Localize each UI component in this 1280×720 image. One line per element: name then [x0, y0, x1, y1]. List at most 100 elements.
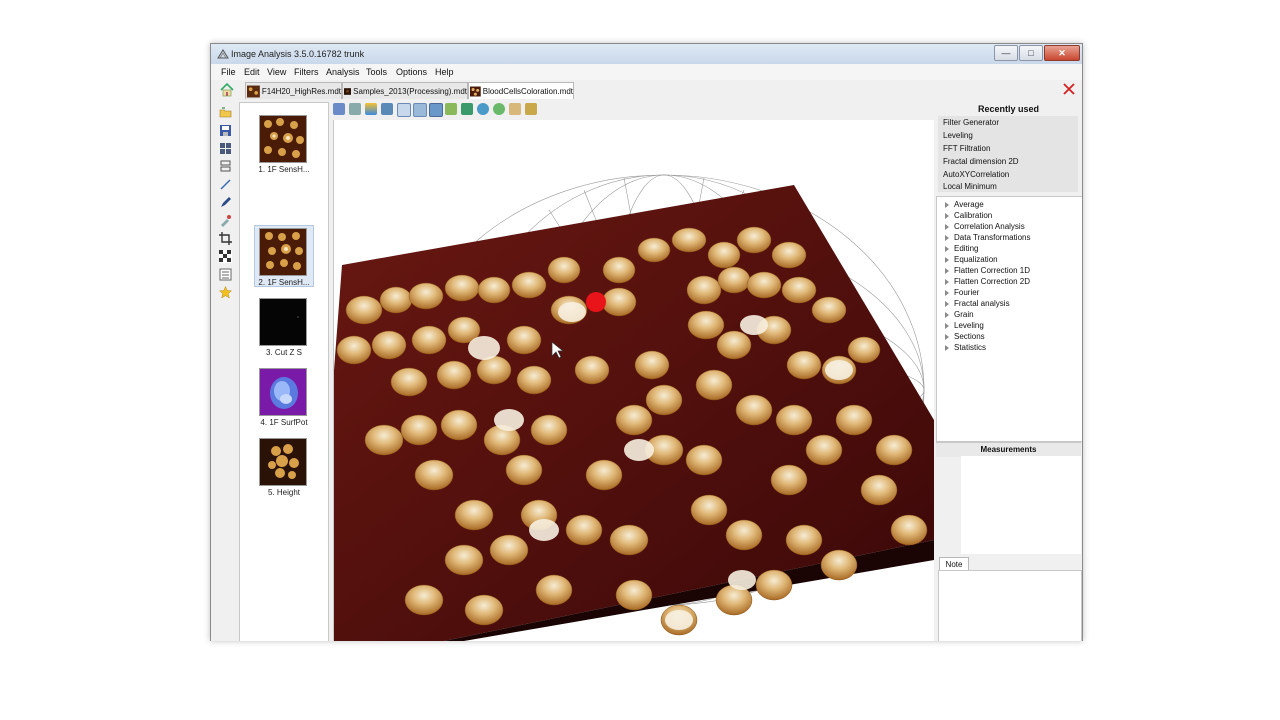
expand-arrow-icon	[945, 267, 949, 274]
tree-item-data-transformations[interactable]: Data Transformations	[945, 233, 1030, 242]
expand-arrow-icon	[945, 234, 949, 241]
3d-surface-canvas[interactable]	[334, 120, 934, 641]
flat-icon[interactable]	[445, 103, 457, 115]
tree-item-sections[interactable]: Sections	[945, 332, 985, 341]
thumbnail-2-label: 2. 1F SensH...	[258, 278, 310, 287]
expand-arrow-icon	[945, 256, 949, 263]
selection-marker	[586, 292, 606, 312]
close-window-button[interactable]: ✕	[1044, 45, 1080, 61]
save-icon[interactable]	[219, 124, 232, 137]
maximize-button[interactable]: □	[1019, 45, 1043, 61]
menu-bar: File Edit View Filters Analysis Tools Op…	[211, 64, 1082, 80]
minimize-button[interactable]: —	[994, 45, 1018, 61]
thumbnail-5[interactable]	[259, 438, 307, 486]
thumbnail-2[interactable]	[259, 228, 307, 276]
axes-icon[interactable]	[349, 103, 361, 115]
thumbnail-4-label: 4. 1F SurfPot	[260, 418, 308, 427]
tab-label: Samples_2013(Processing).mdt	[353, 86, 467, 96]
recently-used-title: Recently used	[977, 104, 1040, 114]
tree-icon[interactable]	[461, 103, 473, 115]
star-icon[interactable]	[219, 286, 232, 299]
tab-bloodcells[interactable]: BloodCellsColoration.mdt	[468, 82, 574, 99]
tree-item-flatten-2d[interactable]: Flatten Correction 2D	[945, 277, 1030, 286]
line-icon[interactable]	[219, 178, 232, 191]
close-document-icon[interactable]	[1062, 82, 1076, 96]
cube-icon[interactable]	[509, 103, 521, 115]
menu-filters[interactable]: Filters	[294, 67, 319, 77]
recent-item-local-minimum[interactable]: Local Minimum	[943, 182, 997, 191]
tree-item-average[interactable]: Average	[945, 200, 984, 209]
tree-item-editing[interactable]: Editing	[945, 244, 978, 253]
pen-icon[interactable]	[219, 196, 232, 209]
recent-item-autoxycorrelation[interactable]: AutoXYCorrelation	[943, 170, 1009, 179]
recent-item-fft-filtration[interactable]: FFT Filtration	[943, 144, 990, 153]
tree-item-calibration[interactable]: Calibration	[945, 211, 992, 220]
pointer-icon[interactable]	[397, 103, 411, 117]
tab-note[interactable]: Note	[939, 557, 969, 571]
dark-thumbnail-icon	[344, 87, 352, 95]
document-tab-bar: F14H20_HighRes.mdt Samples_2013(Processi…	[211, 80, 1082, 100]
list-icon[interactable]	[219, 268, 232, 281]
recent-item-fractal-dimension[interactable]: Fractal dimension 2D	[943, 157, 1019, 166]
export-icon[interactable]	[525, 103, 537, 115]
recent-item-filter-generator[interactable]: Filter Generator	[943, 118, 999, 127]
view-toolbar	[333, 102, 553, 118]
grid-icon[interactable]	[219, 142, 232, 155]
thumbnail-5-label: 5. Height	[267, 488, 301, 497]
tree-item-leveling[interactable]: Leveling	[945, 321, 984, 330]
home-icon[interactable]	[219, 82, 235, 98]
menu-edit[interactable]: Edit	[244, 67, 260, 77]
expand-arrow-icon	[945, 300, 949, 307]
menu-help[interactable]: Help	[435, 67, 454, 77]
tree-item-equalization[interactable]: Equalization	[945, 255, 998, 264]
title-bar[interactable]: Image Analysis 3.5.0.16782 trunk — □ ✕	[211, 44, 1082, 65]
tree-label: Flatten Correction 1D	[954, 266, 1031, 275]
palette-icon[interactable]	[333, 103, 345, 115]
tab-f14h20[interactable]: F14H20_HighRes.mdt	[245, 82, 342, 99]
thumbnail-1[interactable]	[259, 115, 307, 163]
tree-item-fourier[interactable]: Fourier	[945, 288, 979, 297]
light-icon[interactable]	[429, 103, 443, 117]
menu-file[interactable]: File	[221, 67, 236, 77]
note-textarea[interactable]	[938, 570, 1082, 641]
thumbnail-3[interactable]	[259, 298, 307, 346]
sphere-icon[interactable]	[477, 103, 489, 115]
measurements-title: Measurements	[936, 442, 1081, 457]
tab-samples-2013[interactable]: Samples_2013(Processing).mdt	[342, 82, 468, 99]
tree-label: Leveling	[954, 321, 984, 330]
globe-icon[interactable]	[493, 103, 505, 115]
app-window: Image Analysis 3.5.0.16782 trunk — □ ✕ F…	[210, 43, 1083, 641]
right-panel: Recently used Filter Generator Leveling …	[936, 102, 1082, 641]
expand-arrow-icon	[945, 201, 949, 208]
tree-label: Data Transformations	[954, 233, 1031, 242]
menu-tools[interactable]: Tools	[366, 67, 387, 77]
expand-arrow-icon	[945, 344, 949, 351]
expand-arrow-icon	[945, 278, 949, 285]
colorbar-icon[interactable]	[365, 103, 377, 115]
crop-icon[interactable]	[219, 232, 232, 245]
expand-arrow-icon	[945, 333, 949, 340]
camera-icon[interactable]	[381, 103, 393, 115]
recently-used-list: Filter Generator Leveling FFT Filtration…	[938, 116, 1078, 192]
menu-analysis[interactable]: Analysis	[326, 67, 360, 77]
3d-surface-view[interactable]	[333, 120, 934, 641]
left-toolbar	[217, 104, 235, 641]
thumbnail-4[interactable]	[259, 368, 307, 416]
tree-label: Correlation Analysis	[954, 222, 1025, 231]
open-icon[interactable]	[219, 106, 232, 119]
tree-item-fractal-analysis[interactable]: Fractal analysis	[945, 299, 1010, 308]
menu-view[interactable]: View	[267, 67, 286, 77]
layers-icon[interactable]	[219, 160, 232, 173]
menu-options[interactable]: Options	[396, 67, 427, 77]
tree-item-correlation-analysis[interactable]: Correlation Analysis	[945, 222, 1025, 231]
tree-label: Editing	[954, 244, 979, 253]
thumbnail-panel: 1. 1F SensH... 2. 1F SensH... 3. Cut Z S…	[239, 102, 329, 641]
tree-item-flatten-1d[interactable]: Flatten Correction 1D	[945, 266, 1030, 275]
checker-icon[interactable]	[219, 250, 232, 263]
rotate-icon[interactable]	[413, 103, 427, 117]
tree-item-statistics[interactable]: Statistics	[945, 343, 986, 352]
eyedropper-icon[interactable]	[219, 214, 232, 227]
tree-item-grain[interactable]: Grain	[945, 310, 974, 319]
recent-item-leveling[interactable]: Leveling	[943, 131, 973, 140]
function-tree: Average Calibration Correlation Analysis…	[936, 196, 1082, 442]
